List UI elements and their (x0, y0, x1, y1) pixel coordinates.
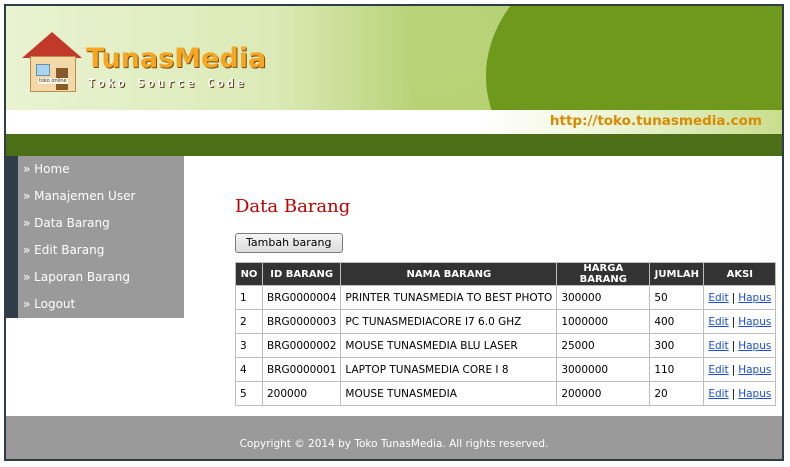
cell-id-barang: BRG0000001 (261, 357, 342, 382)
sidebar-item-edit-barang[interactable]: » Edit Barang (18, 237, 184, 264)
edit-link[interactable]: Edit (708, 316, 728, 328)
cell-harga-barang: 300000 (556, 285, 651, 310)
cell-harga-barang: 3000000 (556, 357, 651, 382)
sidebar-item-data-barang[interactable]: » Data Barang (18, 210, 184, 237)
table-row: 2 BRG0000003 PC TUNASMEDIACORE I7 6.0 GHZ 1… (235, 309, 777, 334)
sidebar-menu: » Home » Manajemen User » Data Barang » … (6, 156, 184, 318)
cell-no: 1 (235, 285, 263, 310)
cell-id-barang: BRG0000004 (261, 285, 342, 310)
cell-aksi: Edit | Hapus (703, 357, 777, 382)
add-item-button[interactable]: Tambah barang (235, 233, 343, 253)
site-header: toko online TunasMedia Toko Source Code (6, 6, 782, 110)
delete-link[interactable]: Hapus (738, 292, 771, 304)
action-separator: | (731, 339, 736, 352)
column-header-harga: HARGA BARANG (556, 262, 651, 286)
header-swoosh (486, 6, 782, 110)
column-header-jumlah: JUMLAH (649, 262, 705, 286)
copyright-text: Copyright © 2014 by Toko TunasMedia. All… (239, 438, 549, 450)
cell-no: 5 (235, 381, 263, 406)
cell-nama-barang: MOUSE TUNASMEDIA (340, 381, 558, 406)
cell-no: 3 (235, 333, 263, 358)
cell-nama-barang: LAPTOP TUNASMEDIA CORE I 8 (340, 357, 558, 382)
house-window-icon (36, 64, 50, 76)
cell-aksi: Edit | Hapus (703, 333, 777, 358)
sidebar-item-home[interactable]: » Home (18, 156, 184, 183)
cell-nama-barang: PRINTER TUNASMEDIA TO BEST PHOTO (340, 285, 558, 310)
sidebar-item-logout[interactable]: » Logout (18, 291, 184, 318)
edit-link[interactable]: Edit (708, 364, 728, 376)
site-url: http://toko.tunasmedia.com (549, 113, 762, 129)
cell-harga-barang: 1000000 (556, 309, 651, 334)
cell-aksi: Edit | Hapus (703, 381, 777, 406)
url-banner: http://toko.tunasmedia.com (6, 110, 782, 134)
cell-aksi: Edit | Hapus (703, 285, 777, 310)
brand-name: TunasMedia (86, 43, 267, 74)
page-frame: toko online TunasMedia Toko Source Code … (4, 4, 784, 461)
table-row: 3 BRG0000002 MOUSE TUNASMEDIA BLU LASER 250… (235, 333, 777, 358)
sidebar-item-laporan-barang[interactable]: » Laporan Barang (18, 264, 184, 291)
cell-jumlah: 400 (649, 309, 705, 334)
house-sign-text: toko online (38, 78, 68, 84)
cell-no: 4 (235, 357, 263, 382)
action-separator: | (731, 315, 736, 328)
table-header-row: NO ID BARANG NAMA BARANG HARGA BARANG JU… (235, 262, 777, 286)
cell-jumlah: 300 (649, 333, 705, 358)
cell-jumlah: 110 (649, 357, 705, 382)
table-row: 4 BRG0000001 LAPTOP TUNASMEDIA CORE I 8 300… (235, 357, 777, 382)
header-divider-band (6, 134, 782, 156)
sidebar-item-manajemen-user[interactable]: » Manajemen User (18, 183, 184, 210)
cell-no: 2 (235, 309, 263, 334)
cell-nama-barang: MOUSE TUNASMEDIA BLU LASER (340, 333, 558, 358)
cell-id-barang: 200000 (261, 381, 342, 406)
cell-jumlah: 50 (649, 285, 705, 310)
cell-id-barang: BRG0000003 (261, 309, 342, 334)
action-separator: | (731, 363, 736, 376)
delete-link[interactable]: Hapus (738, 364, 771, 376)
table-body: 1 BRG0000004 PRINTER TUNASMEDIA TO BEST PH… (235, 285, 777, 406)
items-table: NO ID BARANG NAMA BARANG HARGA BARANG JU… (235, 262, 777, 406)
cell-harga-barang: 25000 (556, 333, 651, 358)
house-roof-icon (22, 32, 82, 58)
site-footer: Copyright © 2014 by Toko TunasMedia. All… (6, 416, 782, 459)
cell-harga-barang: 200000 (556, 381, 651, 406)
page-title: Data Barang (235, 196, 351, 217)
action-separator: | (731, 387, 736, 400)
column-header-nama: NAMA BARANG (340, 262, 558, 286)
cell-nama-barang: PC TUNASMEDIACORE I7 6.0 GHZ (340, 309, 558, 334)
site-logo[interactable]: toko online TunasMedia Toko Source Code (18, 26, 266, 96)
action-separator: | (731, 291, 736, 304)
cell-id-barang: BRG0000002 (261, 333, 342, 358)
table-row: 5 200000 MOUSE TUNASMEDIA 200000 20 Edit | Hapu… (235, 381, 777, 406)
column-header-no: NO (235, 262, 263, 286)
cell-jumlah: 20 (649, 381, 705, 406)
delete-link[interactable]: Hapus (738, 316, 771, 328)
table-row: 1 BRG0000004 PRINTER TUNASMEDIA TO BEST PH… (235, 285, 777, 310)
brand-tagline: Toko Source Code (88, 76, 247, 90)
column-header-id: ID BARANG (261, 262, 342, 286)
delete-link[interactable]: Hapus (738, 340, 771, 352)
edit-link[interactable]: Edit (708, 340, 728, 352)
edit-link[interactable]: Edit (708, 388, 728, 400)
delete-link[interactable]: Hapus (738, 388, 771, 400)
column-header-aksi: AKSI (703, 262, 777, 286)
cell-aksi: Edit | Hapus (703, 309, 777, 334)
edit-link[interactable]: Edit (708, 292, 728, 304)
